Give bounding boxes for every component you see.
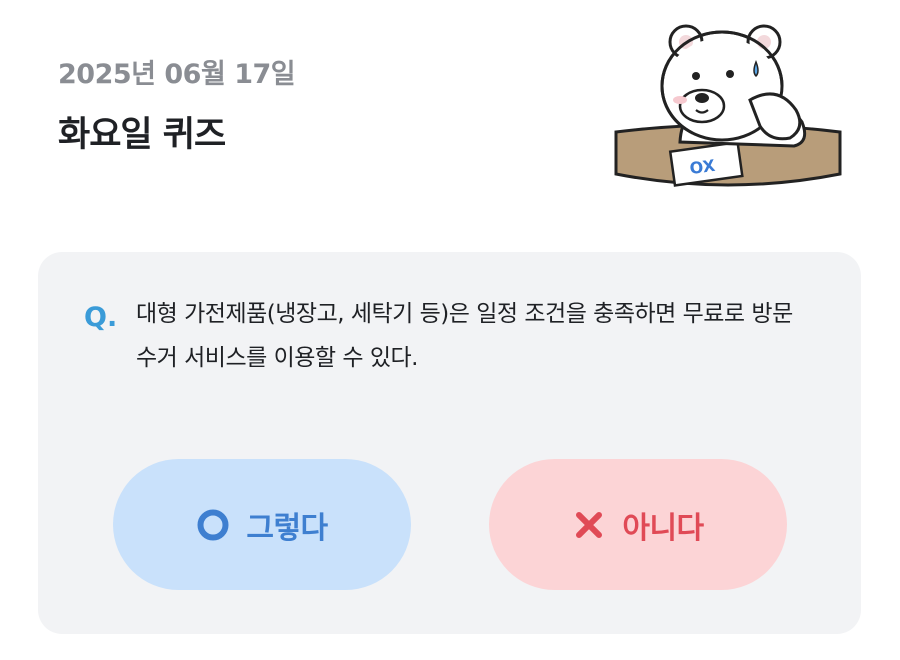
- question-text: 대형 가전제품(냉장고, 세탁기 등)은 일정 조건을 충족하면 무료로 방문 …: [136, 301, 793, 371]
- polar-bear-thinking-icon: OX: [614, 24, 842, 187]
- quiz-page: 2025년 06월 17일 화요일 퀴즈 OX Q. 대형 가전제품(냉장고, …: [0, 0, 900, 660]
- answer-yes-label: 그렇다: [246, 510, 328, 546]
- circle-o-icon: [197, 509, 229, 540]
- answer-no-button[interactable]: 아니다: [489, 459, 787, 590]
- answer-yes-button[interactable]: 그렇다: [113, 459, 411, 590]
- quiz-date: 2025년 06월 17일: [58, 59, 296, 90]
- page-title: 화요일 퀴즈: [58, 115, 226, 155]
- cross-x-icon: [576, 511, 603, 538]
- question-marker: Q.: [84, 302, 118, 333]
- answer-no-label: 아니다: [622, 510, 704, 546]
- mascot-card-text: OX: [688, 156, 716, 178]
- quiz-card: Q. 대형 가전제품(냉장고, 세탁기 등)은 일정 조건을 충족하면 무료로 …: [38, 252, 861, 634]
